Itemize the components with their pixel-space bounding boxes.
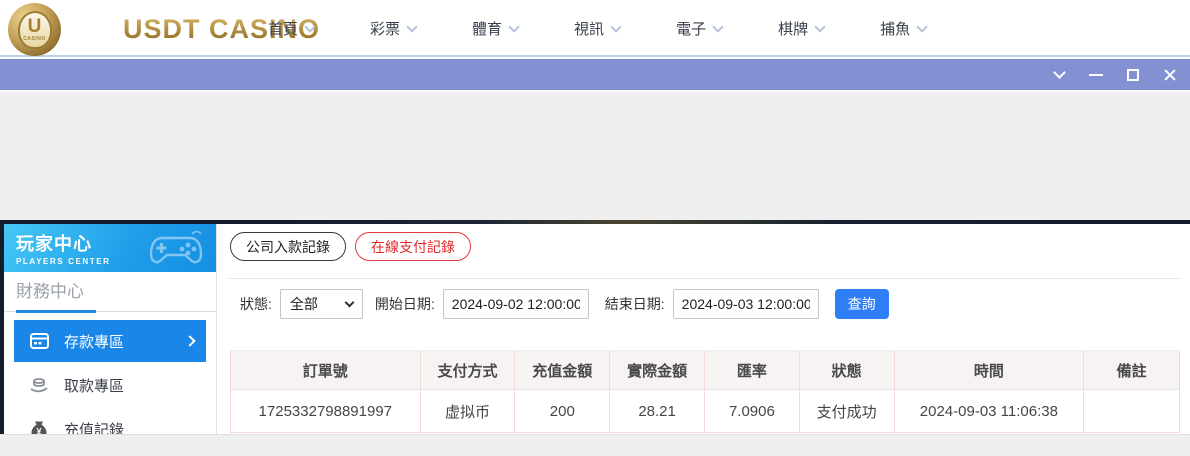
close-icon	[1163, 68, 1177, 82]
minimize-button[interactable]	[1088, 67, 1104, 83]
cell-recharge-amount: 200	[515, 390, 610, 433]
close-button[interactable]	[1162, 67, 1178, 83]
sidebar: 玩家中心 PLAYERS CENTER 財務中心	[0, 224, 217, 434]
cell-actual-amount: 28.21	[610, 390, 705, 433]
sidebar-item-withdraw[interactable]: 取款專區	[14, 364, 206, 406]
tab-online-payment-record[interactable]: 在線支付記錄	[355, 232, 471, 261]
empty-content-area	[0, 91, 1190, 220]
start-date-label: 開始日期:	[375, 294, 435, 314]
tab-company-deposit-record[interactable]: 公司入款記錄	[230, 232, 346, 261]
player-center-panel: 玩家中心 PLAYERS CENTER 財務中心	[0, 224, 1190, 434]
chevron-down-icon	[610, 21, 621, 32]
column-header-recharge-amount: 充值金額	[515, 351, 610, 389]
logo-sub-text: CASINO	[23, 36, 45, 42]
status-label: 狀態:	[240, 294, 272, 314]
record-tabs: 公司入款記錄 在線支付記錄	[230, 232, 471, 261]
sidebar-item-label: 存款專區	[64, 331, 186, 352]
titlebar-chevron-button[interactable]	[1051, 67, 1067, 83]
filter-bar: 狀態: 全部 開始日期: 結束日期: 查詢	[240, 288, 889, 320]
sidebar-item-label: 取款專區	[64, 375, 194, 396]
nav-item-label: 捕魚	[880, 18, 910, 39]
nav-item-electronic[interactable]: 電子	[676, 18, 722, 39]
nav-item-home[interactable]: 首頁	[268, 18, 314, 39]
tabs-divider	[228, 278, 1182, 279]
window-titlebar	[0, 59, 1190, 90]
status-select-value: 全部	[290, 294, 318, 314]
sidebar-section-finance: 財務中心	[4, 272, 216, 312]
cell-remarks	[1084, 390, 1179, 433]
table-body: 1725332798891997 虚拟币 200 28.21 7.0906 支付…	[231, 390, 1179, 433]
tab-label: 公司入款記錄	[246, 237, 330, 257]
table-header-row: 訂單號 支付方式 充值金額 實際金額 匯率 狀態 時間 備註	[231, 350, 1179, 390]
records-content: 公司入款記錄 在線支付記錄 狀態: 全部 開始日期: 結束日期: 查詢	[218, 224, 1190, 434]
main-nav: 首頁 彩票 體育 視訊 電子 棋牌	[268, 0, 926, 57]
nav-item-chess[interactable]: 棋牌	[778, 18, 824, 39]
footer-strip	[0, 434, 1190, 456]
cell-payment-method: 虚拟币	[421, 390, 516, 433]
chevron-down-icon	[304, 21, 315, 32]
payment-records-table: 訂單號 支付方式 充值金額 實際金額 匯率 狀態 時間 備註 172533279…	[230, 350, 1180, 433]
sidebar-menu: 存款專區 取款專區 ¥ 充值記錄	[4, 312, 216, 450]
column-header-status: 狀態	[800, 351, 895, 389]
search-button[interactable]: 查詢	[835, 289, 889, 319]
logo-letter: U	[28, 18, 42, 36]
status-select[interactable]: 全部	[280, 289, 363, 319]
nav-item-label: 棋牌	[778, 18, 808, 39]
end-date-input[interactable]	[673, 289, 819, 319]
nav-item-label: 體育	[472, 18, 502, 39]
nav-item-sports[interactable]: 體育	[472, 18, 518, 39]
nav-item-label: 電子	[676, 18, 706, 39]
gamepad-icon	[148, 228, 206, 268]
tab-label: 在線支付記錄	[371, 237, 455, 257]
chevron-down-icon	[916, 21, 927, 32]
chevron-down-icon	[814, 21, 825, 32]
table-row: 1725332798891997 虚拟币 200 28.21 7.0906 支付…	[231, 390, 1179, 433]
start-date-input[interactable]	[443, 289, 589, 319]
nav-item-lottery[interactable]: 彩票	[370, 18, 416, 39]
nav-item-fishing[interactable]: 捕魚	[880, 18, 926, 39]
chevron-down-icon	[508, 21, 519, 32]
column-header-actual-amount: 實際金額	[610, 351, 705, 389]
minimize-icon	[1089, 74, 1103, 76]
nav-item-label: 視訊	[574, 18, 604, 39]
site-header: U CASINO USDT CASINO 首頁 彩票 體育 視訊	[0, 0, 1190, 57]
nav-item-video[interactable]: 視訊	[574, 18, 620, 39]
column-header-exchange-rate: 匯率	[705, 351, 800, 389]
nav-item-label: 彩票	[370, 18, 400, 39]
chevron-right-icon	[184, 335, 195, 346]
chevron-down-icon	[406, 21, 417, 32]
maximize-icon	[1127, 69, 1139, 81]
cell-exchange-rate: 7.0906	[705, 390, 800, 433]
chevron-down-icon	[1053, 66, 1066, 79]
deposit-card-icon	[29, 331, 49, 351]
column-header-order-no: 訂單號	[231, 351, 421, 389]
cell-time: 2024-09-03 11:06:38	[895, 390, 1085, 433]
sidebar-item-deposit[interactable]: 存款專區	[14, 320, 206, 362]
chevron-down-icon	[712, 21, 723, 32]
cell-status: 支付成功	[800, 390, 895, 433]
column-header-payment-method: 支付方式	[421, 351, 516, 389]
logo-ball-icon: U CASINO	[8, 3, 61, 56]
logo-emblem: U CASINO	[18, 11, 52, 49]
maximize-button[interactable]	[1125, 67, 1141, 83]
cell-order-no: 1725332798891997	[231, 390, 421, 433]
nav-item-label: 首頁	[268, 18, 298, 39]
chevron-down-icon	[344, 298, 354, 308]
hand-coins-icon	[29, 375, 49, 395]
sidebar-section-label: 財務中心	[16, 282, 84, 301]
column-header-time: 時間	[895, 351, 1085, 389]
app-window: U CASINO USDT CASINO 首頁 彩票 體育 視訊	[0, 0, 1190, 456]
section-accent-bar	[16, 310, 96, 313]
sidebar-header: 玩家中心 PLAYERS CENTER	[4, 224, 216, 272]
column-header-remarks: 備註	[1084, 351, 1179, 389]
end-date-label: 結束日期:	[605, 294, 665, 314]
